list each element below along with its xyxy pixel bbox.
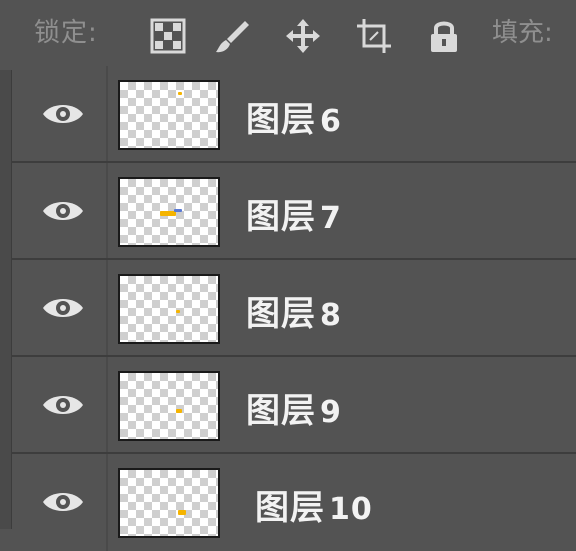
layer-name[interactable]: 图层 8	[246, 286, 342, 335]
eye-icon[interactable]	[41, 99, 85, 129]
layer-thumbnail[interactable]	[118, 177, 220, 247]
layer-thumbnail[interactable]	[118, 468, 220, 538]
layer-row[interactable]: 图层 7	[11, 163, 576, 260]
visibility-column	[11, 163, 108, 258]
lock-label: 锁定:	[34, 18, 98, 48]
layer-row[interactable]: 图层 8	[11, 260, 576, 357]
layer-thumbnail[interactable]	[118, 274, 220, 344]
lock-transparent-pixels-icon[interactable]	[150, 18, 186, 54]
visibility-column	[11, 454, 108, 551]
layer-row[interactable]: 图层 6	[11, 66, 576, 163]
fill-label: 填充:	[492, 18, 553, 48]
layer-name[interactable]: 图层 7	[246, 189, 342, 238]
visibility-column	[11, 260, 108, 355]
visibility-column	[11, 66, 108, 161]
layers-list: 图层 6 图层 7 图层 8 图层 9 图层 10	[11, 66, 576, 551]
eye-icon[interactable]	[41, 390, 85, 420]
visibility-column	[11, 357, 108, 452]
layer-name[interactable]: 图层 9	[246, 383, 342, 432]
layer-name[interactable]: 图层 6	[246, 92, 342, 141]
lock-all-icon[interactable]	[426, 18, 462, 54]
layer-thumbnail[interactable]	[118, 80, 220, 150]
layer-name[interactable]: 图层 10	[255, 480, 373, 529]
lock-artboard-icon[interactable]	[356, 18, 392, 54]
eye-icon[interactable]	[41, 487, 85, 517]
lock-image-pixels-icon[interactable]	[214, 18, 250, 54]
layer-thumbnail[interactable]	[118, 371, 220, 441]
lock-position-icon[interactable]	[285, 18, 321, 54]
layer-row[interactable]: 图层 10	[11, 454, 576, 551]
lock-toolbar: 锁定: 填充:	[0, 0, 576, 70]
layer-row[interactable]: 图层 9	[11, 357, 576, 454]
eye-icon[interactable]	[41, 293, 85, 323]
eye-icon[interactable]	[41, 196, 85, 226]
